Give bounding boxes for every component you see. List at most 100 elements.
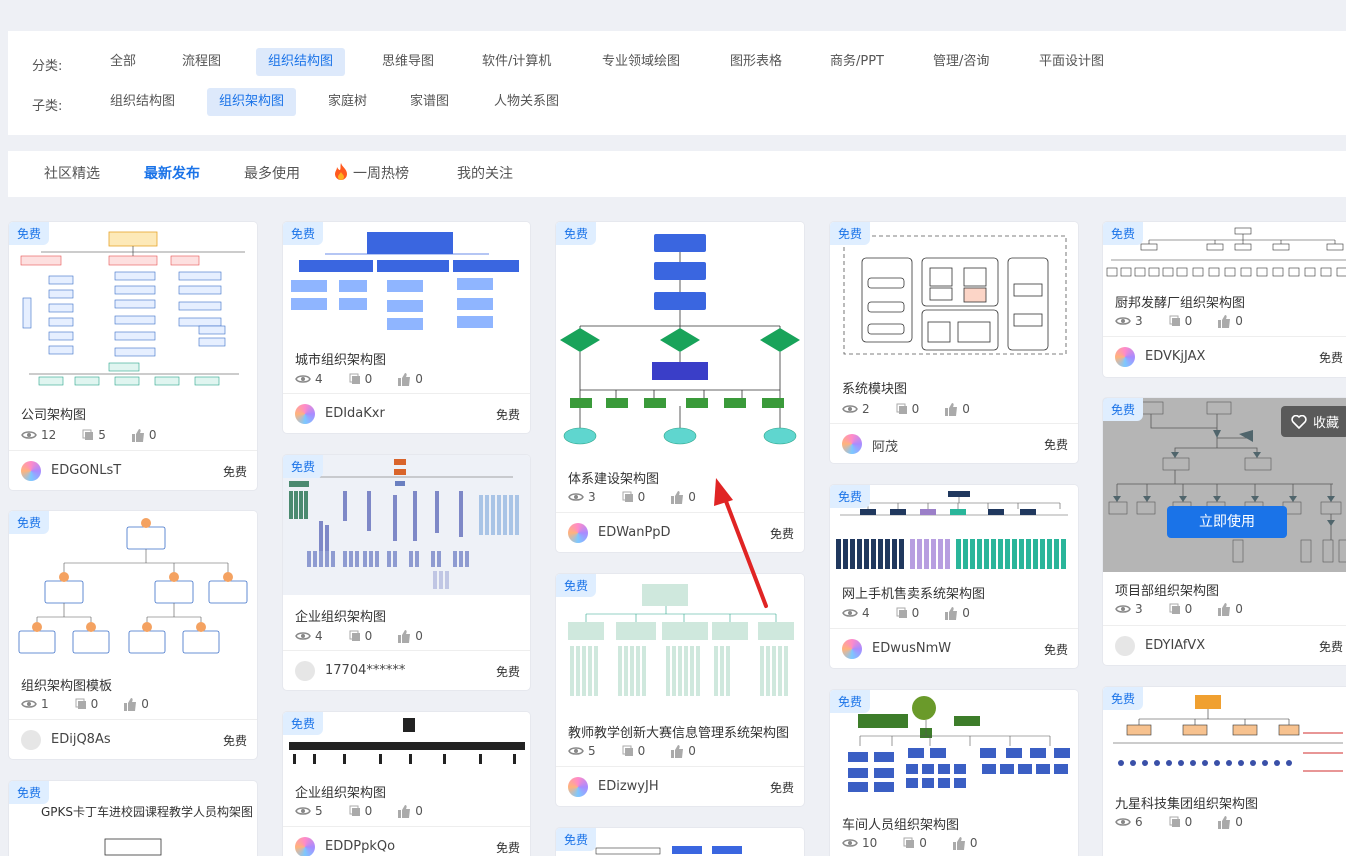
eye-icon — [295, 807, 311, 815]
author-name[interactable]: EDIdaKxr — [325, 406, 385, 421]
template-card[interactable]: 免费 企业组织架构图 4 0 0 17704****** 免费 — [283, 455, 530, 690]
card-title: GPKS卡丁车进校园课程教学人员构架图 — [41, 805, 254, 819]
tab-most-used[interactable]: 最多使用 — [244, 151, 300, 197]
category-business[interactable]: 商务/PPT — [818, 48, 896, 76]
category-all[interactable]: 全部 — [98, 48, 148, 76]
template-card[interactable]: 免费 公司架构图 12 5 0 EDGONLsT 免费 — [9, 222, 257, 490]
tab-latest[interactable]: 最新发布 — [144, 151, 200, 197]
use-now-button[interactable]: 立即使用 — [1167, 506, 1287, 538]
template-card[interactable]: 免费 车间人员组织架构图 10 0 0 — [830, 690, 1078, 856]
author-name[interactable]: EDDPpkQo — [325, 839, 395, 854]
avatar[interactable] — [295, 837, 315, 856]
avatar[interactable] — [568, 523, 588, 543]
likes-stat: 0 — [124, 697, 149, 711]
copy-icon — [1169, 816, 1180, 827]
copy-icon — [896, 403, 907, 414]
category-mindmap[interactable]: 思维导图 — [370, 48, 446, 76]
free-badge: 免费 — [9, 781, 50, 804]
price-label: 免费 — [769, 781, 794, 795]
category-org-chart[interactable]: 组织结构图 — [256, 48, 346, 76]
likes-stat: 0 — [952, 836, 978, 850]
favorite-button[interactable]: 收藏 — [1280, 406, 1346, 437]
likes-stat: 0 — [671, 744, 696, 758]
price-label: 免费 — [222, 734, 247, 748]
template-card[interactable]: 免费 GPKS卡丁车进校园课程教学人员构架图 — [9, 781, 257, 856]
avatar[interactable] — [21, 730, 41, 750]
thumb-up-icon — [952, 836, 965, 850]
category-management[interactable]: 管理/咨询 — [921, 48, 1001, 76]
category-table[interactable]: 图形表格 — [718, 48, 794, 76]
price-label: 免费 — [495, 841, 520, 855]
copy-icon — [349, 630, 360, 641]
tab-my-follows[interactable]: 我的关注 — [457, 151, 513, 197]
comments-stat: 0 — [75, 697, 98, 711]
avatar[interactable] — [295, 661, 315, 681]
views-stat: 10 — [842, 836, 877, 850]
author-name[interactable]: 阿茂 — [872, 436, 898, 455]
template-card[interactable]: 免费 系统模块图 2 0 0 阿茂 免费 — [830, 222, 1078, 463]
free-badge: 免费 — [556, 828, 597, 851]
template-card[interactable]: 免费 厨邦发酵厂组织架构图 3 0 0 EDVKjJAX 免费 — [1103, 222, 1346, 377]
copy-icon — [82, 429, 94, 440]
author-name[interactable]: EDizwyJH — [598, 779, 659, 794]
author-name[interactable]: EDYIAfVX — [1145, 638, 1205, 653]
free-badge: 免费 — [830, 222, 871, 245]
avatar[interactable] — [21, 461, 41, 481]
subcategory-genealogy[interactable]: 家谱图 — [398, 88, 461, 116]
tab-community-picks[interactable]: 社区精选 — [44, 151, 100, 197]
avatar[interactable] — [842, 434, 862, 454]
card-footer: EDVKjJAX 免费 — [1103, 336, 1346, 376]
eye-icon — [21, 700, 37, 708]
views-stat: 12 — [21, 428, 56, 442]
author-name[interactable]: EDijQ8As — [51, 732, 111, 747]
template-card[interactable]: 免费 企业组织架构图 5 0 0 EDDPpkQo 免费 — [283, 712, 530, 856]
tab-weekly-hot[interactable]: 一周热榜 — [334, 151, 409, 197]
template-thumbnail — [830, 222, 1078, 372]
card-stats: 3 0 0 — [1115, 602, 1269, 616]
card-title: 网上手机售卖系统架构图 — [842, 587, 986, 602]
comments-stat: 0 — [622, 490, 645, 504]
template-card[interactable]: 免费 城市组织架构图 4 0 0 EDIdaKxr 免费 — [283, 222, 530, 433]
likes-stat: 0 — [1218, 602, 1243, 616]
subcategory-org-architecture[interactable]: 组织架构图 — [207, 88, 297, 116]
heart-icon — [1291, 414, 1307, 429]
template-card[interactable]: 免费 网上手机售卖系统架构图 4 0 0 EDwusNmW 免费 — [830, 485, 1078, 668]
subcategory-org-structure[interactable]: 组织结构图 — [98, 88, 187, 116]
subcategory-family-tree[interactable]: 家庭树 — [316, 88, 379, 116]
category-software[interactable]: 软件/计算机 — [470, 48, 563, 76]
likes-stat: 0 — [1218, 815, 1243, 829]
thumb-up-icon — [1218, 602, 1231, 616]
category-flowchart[interactable]: 流程图 — [170, 48, 233, 76]
avatar[interactable] — [295, 404, 315, 424]
template-card[interactable]: 免费 九星科技集团组织架构图 6 0 0 — [1103, 687, 1346, 856]
comments-stat: 0 — [349, 629, 372, 643]
template-card[interactable]: 免费 组织架构图模板 1 0 0 EDijQ8As 免费 — [9, 511, 257, 759]
likes-stat: 0 — [1218, 314, 1243, 328]
avatar[interactable] — [842, 639, 862, 659]
template-card[interactable]: 免费 体系建设架构图 3 0 0 EDWanPpD 免费 — [556, 222, 804, 552]
free-badge: 免费 — [283, 455, 324, 478]
template-thumbnail — [556, 222, 804, 458]
template-card[interactable]: 免费 教师教学创新大赛信息管理系统架构图 5 0 0 EDizwyJH 免费 — [556, 574, 804, 806]
template-card[interactable]: 免费 — [556, 828, 804, 856]
avatar[interactable] — [1115, 347, 1135, 367]
author-name[interactable]: EDVKjJAX — [1145, 349, 1205, 364]
views-stat: 4 — [295, 629, 323, 643]
category-professional[interactable]: 专业领域绘图 — [590, 48, 692, 76]
author-name[interactable]: EDWanPpD — [598, 525, 671, 540]
template-card-hovered[interactable]: 免费 收藏 立即使用 项目部组织架构图 3 0 0 EDYIAfVX 免费 — [1103, 398, 1346, 665]
card-footer: EDijQ8As 免费 — [9, 719, 257, 759]
card-footer: 阿茂 免费 — [830, 423, 1078, 463]
comments-stat: 0 — [1169, 314, 1192, 328]
card-stats: 3 0 0 — [1115, 314, 1269, 328]
subcategory-relationship[interactable]: 人物关系图 — [482, 88, 571, 116]
author-name[interactable]: EDwusNmW — [872, 641, 951, 656]
card-title: 项目部组织架构图 — [1115, 584, 1220, 599]
avatar[interactable] — [568, 777, 588, 797]
card-footer: EDGONLsT 免费 — [9, 450, 257, 490]
category-graphic-design[interactable]: 平面设计图 — [1027, 48, 1116, 76]
avatar[interactable] — [1115, 636, 1135, 656]
author-name[interactable]: 17704****** — [325, 663, 405, 678]
author-name[interactable]: EDGONLsT — [51, 463, 121, 478]
comments-stat: 0 — [896, 606, 919, 620]
